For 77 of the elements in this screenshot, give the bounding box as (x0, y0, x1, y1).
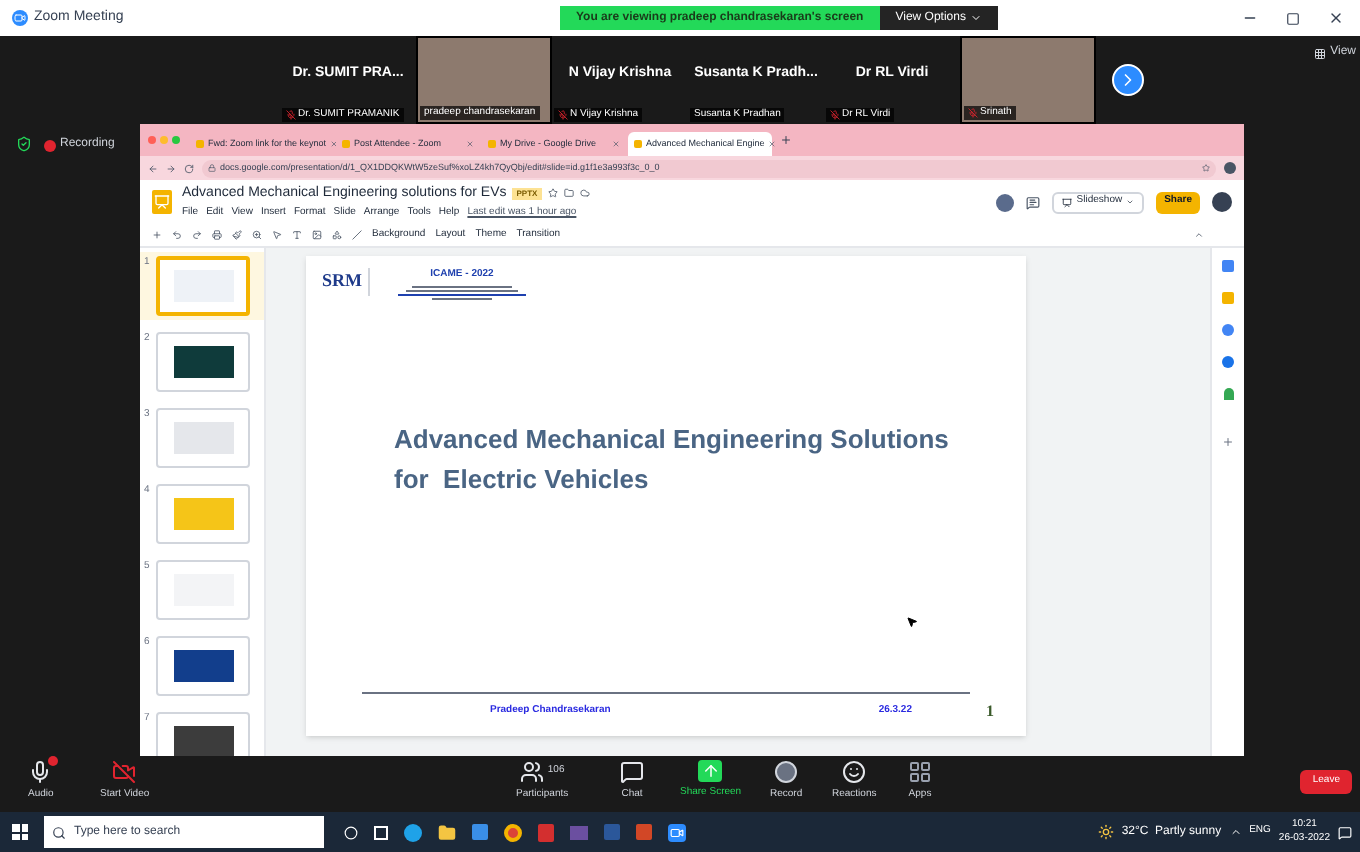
close-icon[interactable] (1328, 10, 1344, 26)
account-avatar[interactable] (1212, 192, 1232, 212)
text-box-icon[interactable] (292, 230, 302, 240)
pdf-icon[interactable] (538, 823, 554, 841)
slide-thumbnail[interactable] (156, 408, 250, 468)
shield-icon (16, 136, 32, 152)
slide-thumbnail[interactable] (156, 560, 250, 620)
smiley-icon (842, 760, 867, 784)
reload-icon[interactable] (184, 163, 194, 173)
microphone-icon (28, 760, 53, 784)
slide-page-number: 1 (986, 700, 994, 724)
slides-logo-icon (152, 190, 172, 214)
calendar-icon[interactable] (1222, 260, 1234, 272)
cloud-icon[interactable] (579, 188, 590, 199)
thumbnail-preview (173, 498, 233, 530)
user-avatar (996, 193, 1015, 211)
share-screen-icon (698, 760, 723, 782)
media-icon[interactable] (570, 825, 588, 839)
mouse-cursor-icon (906, 616, 918, 628)
tray-expand-icon[interactable] (1229, 826, 1242, 838)
folder-icon[interactable] (563, 188, 574, 199)
shapes-icon[interactable] (332, 230, 342, 240)
video-off-icon (112, 760, 137, 784)
chat-icon (620, 760, 644, 784)
zoom-app-icon[interactable] (668, 823, 686, 841)
image-icon[interactable] (312, 230, 322, 240)
camera-icon (12, 10, 28, 26)
slide-thumbnail[interactable] (156, 484, 250, 544)
lock-icon (208, 164, 216, 172)
weather-icon (1097, 824, 1114, 840)
record-icon (774, 760, 799, 784)
add-icon[interactable] (1222, 436, 1234, 448)
thumbnail-preview (173, 346, 233, 378)
line-icon[interactable] (352, 230, 362, 240)
back-icon[interactable] (148, 163, 158, 173)
participants-icon (519, 760, 544, 784)
star-icon[interactable] (547, 188, 558, 199)
select-icon[interactable] (272, 230, 282, 240)
comments-icon[interactable] (1026, 195, 1041, 209)
new-slide-icon[interactable] (152, 230, 162, 240)
next-page-button[interactable] (1112, 64, 1144, 96)
grid-icon (1314, 47, 1327, 59)
apps-icon (908, 760, 932, 784)
thumbnail-preview (173, 650, 233, 682)
tasks-icon[interactable] (1222, 324, 1234, 336)
conference-details-drawing (398, 285, 526, 299)
notification-icon[interactable] (1338, 825, 1352, 839)
slideshow-icon (1062, 197, 1073, 207)
thumbnail-preview (173, 422, 233, 454)
new-tab-icon[interactable] (780, 134, 792, 146)
thumbnail-preview (173, 726, 233, 756)
slide-thumbnail[interactable] (156, 636, 250, 696)
zoom-icon[interactable] (252, 230, 262, 240)
start-icon[interactable] (12, 824, 28, 840)
srm-logo: SRM (322, 268, 370, 295)
slide-title-line: for Electric Vehicles (394, 461, 651, 497)
undo-icon[interactable] (172, 230, 182, 240)
task-view-icon[interactable] (374, 825, 388, 839)
forward-icon[interactable] (166, 163, 176, 173)
profile-avatar[interactable] (1224, 162, 1236, 174)
slide-thumbnail[interactable] (156, 712, 250, 756)
edge-icon[interactable] (404, 823, 422, 841)
chrome-icon[interactable] (504, 823, 522, 841)
bookmark-icon[interactable] (1202, 164, 1210, 172)
print-icon[interactable] (212, 230, 222, 240)
slide-thumbnail[interactable] (156, 256, 250, 316)
contacts-icon[interactable] (1222, 356, 1234, 368)
redo-icon[interactable] (192, 230, 202, 240)
paint-format-icon[interactable] (232, 230, 242, 240)
maps-icon[interactable] (1223, 388, 1233, 400)
slide-thumbnail[interactable] (156, 332, 250, 392)
collapse-icon[interactable] (1194, 230, 1204, 240)
cortana-icon[interactable] (344, 825, 358, 839)
maximize-icon[interactable] (1286, 11, 1300, 25)
slide-title-line: Advanced Mechanical Engineering Solutions (394, 421, 951, 458)
caret-icon (969, 12, 982, 24)
search-icon (52, 825, 66, 839)
